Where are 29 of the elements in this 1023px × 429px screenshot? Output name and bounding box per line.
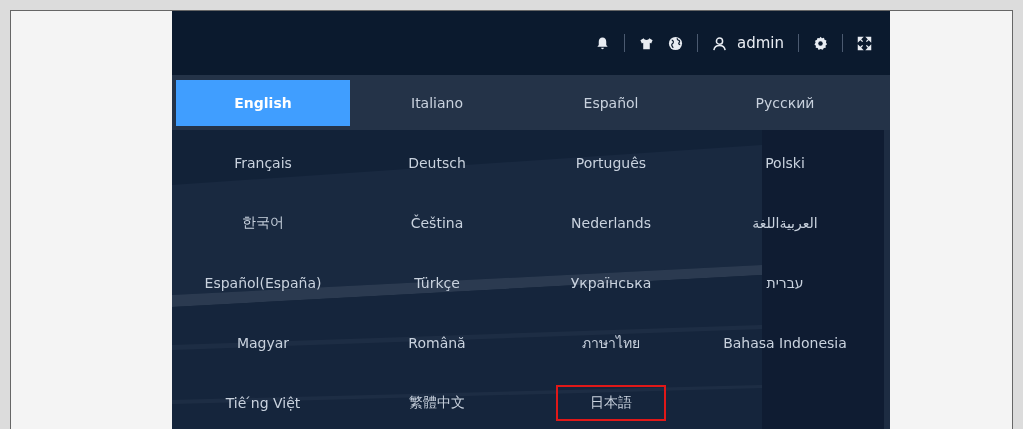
- language-option[interactable]: Русский: [730, 85, 840, 121]
- username[interactable]: admin: [737, 34, 784, 52]
- shirt-icon[interactable]: [639, 35, 654, 51]
- user-icon[interactable]: [712, 35, 727, 51]
- language-option[interactable]: Español(España): [196, 265, 330, 301]
- language-option[interactable]: Українська: [556, 265, 666, 301]
- language-option[interactable]: Română: [382, 325, 492, 361]
- globe-icon[interactable]: [668, 35, 683, 51]
- language-option[interactable]: Türkçe: [382, 265, 492, 301]
- bell-icon[interactable]: [595, 35, 610, 51]
- language-option[interactable]: العربيةاللغة: [730, 205, 840, 241]
- language-option[interactable]: Español: [556, 85, 666, 121]
- language-option[interactable]: עברית: [730, 265, 840, 301]
- language-option[interactable]: Français: [208, 145, 318, 181]
- language-option[interactable]: 한국어: [208, 205, 318, 241]
- language-option[interactable]: Polski: [730, 145, 840, 181]
- language-option[interactable]: ภาษาไทย: [556, 325, 666, 361]
- language-option[interactable]: Tiê ́ng Việt: [208, 385, 318, 421]
- language-option[interactable]: Magyar: [208, 325, 318, 361]
- fullscreen-icon[interactable]: [857, 35, 872, 51]
- language-option[interactable]: 繁體中文: [382, 385, 492, 421]
- language-option[interactable]: 日本語: [556, 385, 666, 421]
- language-option[interactable]: Bahasa Indonesia: [715, 325, 855, 361]
- language-option[interactable]: Português: [556, 145, 666, 181]
- settings-icon[interactable]: [813, 35, 828, 51]
- language-option[interactable]: Čeština: [382, 205, 492, 241]
- language-option[interactable]: Italiano: [382, 85, 492, 121]
- language-option[interactable]: Deutsch: [382, 145, 492, 181]
- language-option[interactable]: Nederlands: [556, 205, 666, 241]
